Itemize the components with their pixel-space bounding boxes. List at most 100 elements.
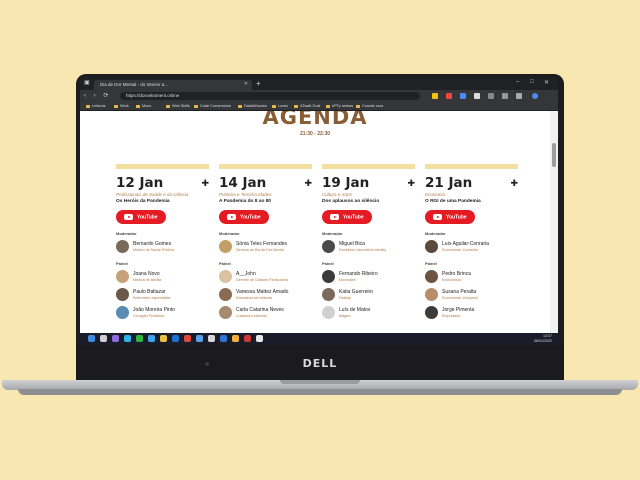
avatar: [219, 288, 232, 302]
bookmark-item[interactable]: ATwatt Gost: [294, 104, 320, 108]
extension-icon[interactable]: [474, 93, 480, 99]
youtube-icon: [433, 214, 442, 220]
moderator-label: Moderador: [425, 231, 446, 237]
folder-icon[interactable]: [160, 335, 167, 342]
event-time: 21:30 - 22:30: [299, 131, 331, 137]
day-date: 12 Jan: [116, 175, 164, 191]
calendar-icon[interactable]: ✚: [510, 178, 518, 189]
calendar-icon[interactable]: ✚: [201, 178, 209, 189]
bookmark-item[interactable]: ePTy ambas: [326, 104, 353, 108]
youtube-button[interactable]: YouTube: [425, 210, 475, 225]
close-tab-icon[interactable]: ✕: [244, 81, 248, 87]
app-icon[interactable]: [172, 335, 179, 342]
person-name: Miguel Bica: [339, 241, 365, 248]
avatar: [116, 240, 129, 254]
day-topic: A Pandemia do 8 ao 80: [219, 199, 272, 204]
day-subtitle: Profissionais de Saúde e da Ciência: [116, 192, 189, 197]
app-icon[interactable]: [148, 335, 155, 342]
person-name: Luís Aguilar-Conraria: [442, 241, 489, 248]
search-icon[interactable]: [100, 335, 107, 342]
extension-icon[interactable]: [488, 93, 494, 99]
minimize-icon[interactable]: –: [516, 79, 519, 85]
taskview-icon[interactable]: [112, 335, 119, 342]
bookmark-item[interactable]: Leituras: [86, 104, 106, 108]
bookmark-item[interactable]: Crowdz roos: [356, 104, 383, 108]
address-bar-row: ‹ › ⟳ https://doroeboment.online: [80, 90, 558, 102]
app-icon[interactable]: [256, 335, 263, 342]
youtube-button[interactable]: YouTube: [322, 210, 372, 225]
app-icon[interactable]: [220, 335, 227, 342]
panelist: Vanessa Mattez Amado Educadora de Infânci…: [219, 287, 312, 302]
maximize-icon[interactable]: □: [530, 79, 534, 85]
url-field[interactable]: https://doroeboment.online: [120, 92, 420, 100]
scrollbar-thumb[interactable]: [552, 143, 556, 167]
bookmark-item[interactable]: Code Cornerstone: [194, 104, 231, 108]
dell-logo: DELL: [302, 357, 338, 370]
laptop-foot: [18, 389, 622, 395]
youtube-button[interactable]: YouTube: [219, 210, 269, 225]
bookmark-item[interactable]: Lovec: [272, 104, 288, 108]
person-role: Economista, Zeroperio: [442, 296, 479, 301]
bookmark-item[interactable]: Moov: [136, 104, 151, 108]
browser-tab-bar: ▣ Dia de Dor Mental - do Interior a... ✕…: [80, 78, 558, 90]
youtube-icon: [124, 214, 133, 220]
person-role: Economista: [442, 278, 461, 283]
start-icon[interactable]: [88, 335, 95, 342]
panelist: Susana Peralta Economista, Zeroperio: [425, 287, 518, 302]
laptop-notch: [280, 380, 360, 384]
person-role: Cirurgião Pediátrico: [133, 314, 165, 319]
app-icon[interactable]: [196, 335, 203, 342]
whatsapp-icon[interactable]: [136, 335, 143, 342]
edge-icon[interactable]: [124, 335, 131, 342]
bookmark-item[interactable]: Work: [114, 104, 129, 108]
avatar: [116, 288, 129, 302]
day-date: 21 Jan: [425, 175, 473, 191]
calendar-icon[interactable]: ✚: [407, 178, 415, 189]
youtube-icon: [227, 214, 236, 220]
profile-avatar[interactable]: [532, 93, 538, 99]
person-role: Enfermeiro especialista: [133, 296, 171, 301]
person-name: Jorge Pimenta: [442, 307, 475, 314]
youtube-button[interactable]: YouTube: [116, 210, 166, 225]
nav-buttons[interactable]: ‹ › ⟳: [84, 92, 111, 99]
browser-menu-icon[interactable]: ▣: [84, 79, 90, 86]
panelist: Joana Novo Médica de família: [116, 269, 209, 284]
panelist: Luís de Matos Mágico: [322, 305, 415, 320]
new-tab-icon[interactable]: +: [256, 79, 261, 88]
moderator-label: Moderador: [322, 231, 343, 237]
extension-icon[interactable]: [460, 93, 466, 99]
page-scrollbar[interactable]: [550, 111, 558, 333]
day-date: 19 Jan: [322, 175, 370, 191]
person-role: Diretora do Dia de Dor Mental: [236, 248, 284, 253]
panelist: Katia Guerreiro Fadista: [322, 287, 415, 302]
extension-icon[interactable]: [516, 93, 522, 99]
extension-icon[interactable]: [432, 93, 438, 99]
person-role: Mágico: [339, 314, 351, 319]
avatar: [116, 270, 129, 284]
app-icon[interactable]: [208, 335, 215, 342]
person-name: Luís de Matos: [339, 307, 371, 314]
avatar: [219, 306, 232, 320]
avatar: [425, 306, 438, 320]
calendar-icon[interactable]: ✚: [304, 178, 312, 189]
app-icon[interactable]: [184, 335, 191, 342]
bookmark-item[interactable]: Data&Muzica: [238, 104, 267, 108]
person-name: Joana Novo: [133, 271, 160, 278]
app-icon[interactable]: [232, 335, 239, 342]
column-bar: [322, 164, 415, 169]
person-name: A__John: [236, 271, 256, 278]
panelist: Paulo Baltazar Enfermeiro especialista: [116, 287, 209, 302]
day-subtitle: Cultura e Artes: [322, 192, 352, 197]
panelist: Jorge Pimenta Empresário: [425, 305, 518, 320]
app-icon[interactable]: [244, 335, 251, 342]
bookmark-item[interactable]: Web Skills: [166, 104, 190, 108]
person-role: Cuidadora Informal: [236, 314, 267, 319]
extension-icon[interactable]: [446, 93, 452, 99]
panel-label: Painel: [425, 261, 437, 267]
close-window-icon[interactable]: ✕: [544, 79, 549, 86]
day-topic: Dos aplausos ao silêncio: [322, 199, 380, 204]
browser-tab[interactable]: Dia de Dor Mental - do Interior a... ✕: [94, 80, 252, 90]
taskbar-clock[interactable]: 13:07 06/01/2022: [534, 334, 552, 343]
extension-icon[interactable]: [502, 93, 508, 99]
person-role: Economista, Consultor: [442, 248, 479, 253]
